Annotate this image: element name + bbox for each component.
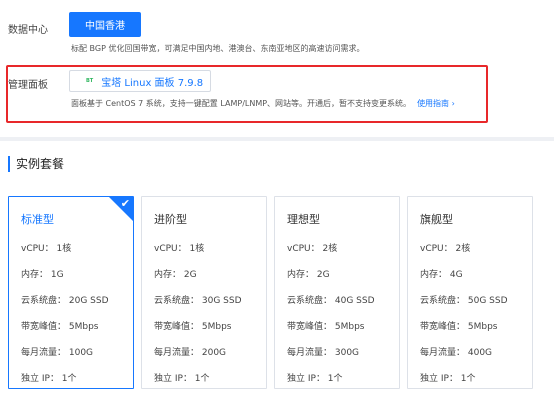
panel-option-bt[interactable]: BT 宝塔 Linux 面板 7.9.8	[69, 70, 211, 92]
plan-card-flagship[interactable]: 旗舰型 vCPU： 2核 内存： 4G 云系统盘： 50G SSD 带宽峰值： …	[407, 196, 533, 389]
plan-spec-vcpu: vCPU： 1核	[21, 244, 72, 254]
management-panel-description: 面板基于 CentOS 7 系统，支持一键配置 LAMP/LNMP、网站等。开通…	[71, 98, 455, 109]
plan-name: 理想型	[287, 213, 320, 226]
plan-spec-bandwidth: 带宽峰值： 5Mbps	[154, 322, 232, 332]
plan-spec-memory: 内存： 2G	[154, 270, 197, 280]
plan-spec-bandwidth: 带宽峰值： 5Mbps	[420, 322, 498, 332]
plan-spec-disk: 云系统盘： 40G SSD	[287, 296, 375, 306]
datacenter-description: 标配 BGP 优化回国带宽，可满足中国内地、港澳台、东南亚地区的高速访问需求。	[71, 44, 365, 53]
plan-spec-ip: 独立 IP： 1个	[420, 374, 476, 384]
panel-option-label: 宝塔 Linux 面板 7.9.8	[101, 77, 204, 89]
section-title: 实例套餐	[8, 156, 64, 172]
plan-spec-ip: 独立 IP： 1个	[21, 374, 77, 384]
plan-spec-vcpu: vCPU： 2核	[287, 244, 338, 254]
config-panel: 数据中心 中国香港 标配 BGP 优化回国带宽，可满足中国内地、港澳台、东南亚地…	[0, 0, 554, 137]
plan-spec-traffic: 每月流量： 400G	[420, 348, 493, 358]
plan-spec-traffic: 每月流量： 300G	[287, 348, 360, 358]
plan-card-ideal[interactable]: 理想型 vCPU： 2核 内存： 2G 云系统盘： 40G SSD 带宽峰值： …	[274, 196, 400, 389]
plan-spec-bandwidth: 带宽峰值： 5Mbps	[21, 322, 99, 332]
plan-name: 进阶型	[154, 213, 187, 226]
plan-spec-disk: 云系统盘： 20G SSD	[21, 296, 109, 306]
management-panel-label: 管理面板	[8, 80, 48, 91]
plans-panel: 实例套餐 ✔ 标准型 vCPU： 1核 内存： 1G 云系统盘： 20G SSD…	[0, 141, 554, 395]
plan-spec-traffic: 每月流量： 100G	[21, 348, 94, 358]
plan-spec-ip: 独立 IP： 1个	[154, 374, 210, 384]
plan-spec-traffic: 每月流量： 200G	[154, 348, 227, 358]
plan-spec-vcpu: vCPU： 1核	[154, 244, 205, 254]
region-option-hongkong[interactable]: 中国香港	[69, 12, 141, 37]
plan-spec-memory: 内存： 2G	[287, 270, 330, 280]
plan-spec-disk: 云系统盘： 30G SSD	[154, 296, 242, 306]
plan-spec-disk: 云系统盘： 50G SSD	[420, 296, 508, 306]
datacenter-label: 数据中心	[8, 25, 48, 36]
plan-card-advanced[interactable]: 进阶型 vCPU： 1核 内存： 2G 云系统盘： 30G SSD 带宽峰值： …	[141, 196, 267, 389]
bt-logo-icon: BT	[86, 78, 94, 84]
usage-guide-link[interactable]: 使用指南 ›	[417, 99, 455, 108]
plan-spec-ip: 独立 IP： 1个	[287, 374, 343, 384]
plan-spec-memory: 内存： 4G	[420, 270, 463, 280]
plan-name: 旗舰型	[420, 213, 453, 226]
plan-card-standard[interactable]: ✔ 标准型 vCPU： 1核 内存： 1G 云系统盘： 20G SSD 带宽峰值…	[8, 196, 134, 389]
plan-spec-memory: 内存： 1G	[21, 270, 64, 280]
plan-spec-vcpu: vCPU： 2核	[420, 244, 471, 254]
panel-description-text: 面板基于 CentOS 7 系统，支持一键配置 LAMP/LNMP、网站等。开通…	[71, 99, 412, 108]
check-icon: ✔	[120, 197, 130, 210]
plan-name: 标准型	[21, 213, 54, 226]
plan-spec-bandwidth: 带宽峰值： 5Mbps	[287, 322, 365, 332]
